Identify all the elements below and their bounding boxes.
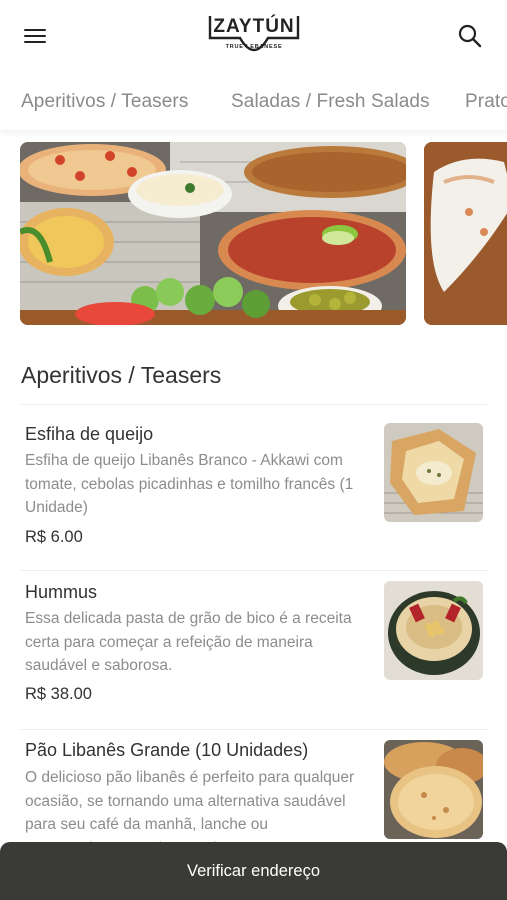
hamburger-menu-icon[interactable] [22, 24, 48, 48]
lebanese-flatbread-banner[interactable] [20, 142, 406, 325]
menu-item-esfiha[interactable]: Esfiha de queijo Esfiha de queijo Libanê… [0, 405, 507, 570]
category-tabs: Aperitivos / Teasers Saladas / Fresh Sal… [0, 74, 507, 130]
zaytun-logo: ZAYTÚN TRUE LEBANESE [208, 15, 300, 52]
wrap-banner[interactable] [424, 142, 507, 325]
search-icon[interactable] [456, 22, 484, 50]
top-app-bar: ZAYTÚN TRUE LEBANESE [0, 0, 507, 74]
tab-aperitivos[interactable]: Aperitivos / Teasers [21, 91, 188, 113]
pita-bread-photo [384, 740, 483, 839]
verify-address-label: Verificar endereço [187, 862, 320, 880]
tab-pratos[interactable]: Prato [465, 91, 507, 113]
menu-item-pao-libanes[interactable]: Pão Libanês Grande (10 Unidades) O delic… [0, 730, 507, 857]
svg-text:ZAYTÚN: ZAYTÚN [213, 15, 294, 37]
hummus-photo [384, 581, 483, 680]
promo-carousel [0, 140, 507, 326]
esfiha-photo [384, 423, 483, 522]
tab-saladas[interactable]: Saladas / Fresh Salads [231, 91, 430, 113]
item-description: Esfiha de queijo Libanês Branco - Akkawi… [25, 452, 354, 516]
item-price: R$ 6.00 [25, 528, 83, 546]
section-title: Aperitivos / Teasers [21, 362, 222, 388]
item-description: Essa delicada pasta de grão de bico é a … [25, 610, 352, 674]
menu-item-hummus[interactable]: Hummus Essa delicada pasta de grão de bi… [0, 571, 507, 729]
item-price: R$ 38.00 [25, 685, 92, 703]
item-name: Esfiha de queijo [25, 424, 154, 444]
item-name: Pão Libanês Grande (10 Unidades) [25, 740, 309, 760]
item-name: Hummus [25, 582, 98, 602]
svg-text:TRUE LEBANESE: TRUE LEBANESE [226, 44, 283, 50]
verify-address-button[interactable]: Verificar endereço [0, 842, 507, 900]
